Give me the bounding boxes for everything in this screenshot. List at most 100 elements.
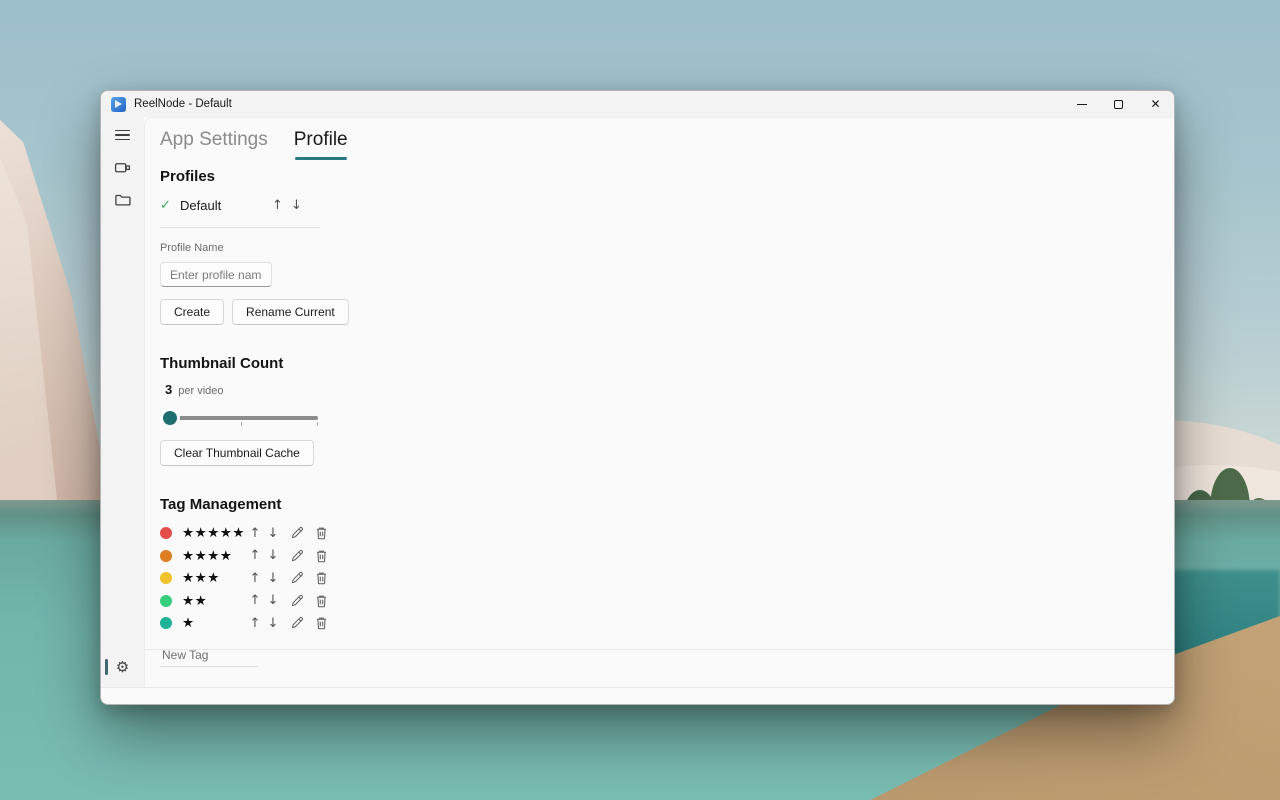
- profile-list-item[interactable]: ✓ Default ↑ ↓: [160, 195, 1158, 215]
- tag-stars-label: ★★★: [182, 570, 220, 586]
- profile-name-input[interactable]: [160, 262, 272, 287]
- rename-current-button[interactable]: Rename Current: [232, 299, 349, 325]
- pencil-icon: [291, 549, 303, 561]
- tag-edit-button[interactable]: [288, 613, 306, 633]
- sidebar: ⚙: [101, 117, 144, 688]
- tag-color-dot: [160, 527, 172, 539]
- profile-move-down-button[interactable]: ↓: [287, 195, 306, 215]
- close-icon: ✕: [1150, 97, 1161, 111]
- titlebar[interactable]: ReelNode - Default ✕: [101, 91, 1174, 117]
- slider-track[interactable]: [163, 416, 318, 420]
- nav-selection-indicator: [105, 659, 108, 675]
- thumbnail-count-value-row: 3 per video: [160, 382, 1158, 397]
- tag-delete-button[interactable]: [312, 613, 330, 633]
- tag-edit-button[interactable]: [288, 568, 306, 588]
- slider-tick: [240, 422, 242, 426]
- tag-management-heading: Tag Management: [160, 496, 282, 513]
- tag-color-dot: [160, 572, 172, 584]
- new-tag-input[interactable]: [160, 643, 258, 667]
- tag-delete-button[interactable]: [312, 568, 330, 588]
- settings-content: App Settings Profile Profiles ✓ Default …: [144, 117, 1174, 688]
- tag-stars-label: ★★: [182, 592, 208, 609]
- profiles-heading: Profiles: [160, 168, 216, 185]
- slider-thumb[interactable]: [163, 411, 177, 425]
- sidebar-item-folders[interactable]: [109, 187, 136, 211]
- maximize-button[interactable]: [1100, 91, 1137, 117]
- hamburger-icon: [115, 129, 130, 141]
- tag-move-down-button[interactable]: ↓: [264, 546, 282, 566]
- tag-move-up-button[interactable]: ↑: [246, 591, 264, 611]
- tag-row: ★★★★★ ↑ ↓: [160, 522, 1158, 544]
- thumbnail-count-value: 3: [165, 382, 173, 397]
- profile-actions: Create Rename Current: [160, 299, 1158, 325]
- content-bottom-divider: [145, 649, 1174, 650]
- check-icon: ✓: [160, 197, 171, 212]
- tag-delete-button[interactable]: [312, 523, 330, 543]
- pencil-icon: [291, 594, 303, 606]
- trash-icon: [316, 572, 326, 585]
- tab-app-settings[interactable]: App Settings: [160, 127, 268, 153]
- profile-name-field-label: Profile Name: [160, 242, 224, 254]
- tag-move-up-button[interactable]: ↑: [246, 523, 264, 543]
- thumbnail-count-slider[interactable]: [163, 410, 318, 426]
- tag-list: ★★★★★ ↑ ↓ ★★★★ ↑ ↓ ★★★ ↑ ↓ ★★ ↑ ↓ ★ ↑ ↓: [160, 522, 1158, 634]
- app-window: ReelNode - Default ✕ ⚙ App Settings Prof…: [100, 90, 1175, 705]
- tag-edit-button[interactable]: [288, 523, 306, 543]
- tag-row: ★★ ↑ ↓: [160, 590, 1158, 612]
- tag-color-dot: [160, 549, 172, 562]
- clear-thumbnail-cache-button[interactable]: Clear Thumbnail Cache: [160, 440, 314, 466]
- tag-move-down-button[interactable]: ↓: [264, 591, 282, 611]
- trash-icon: [316, 595, 326, 607]
- tag-move-down-button[interactable]: ↓: [264, 613, 282, 633]
- maximize-icon: [1114, 99, 1123, 109]
- tag-edit-button[interactable]: [288, 546, 306, 566]
- window-bottom-divider: [101, 687, 1174, 688]
- tag-row: ★ ↑ ↓: [160, 612, 1158, 634]
- pencil-icon: [291, 527, 303, 539]
- tab-profile-label: Profile: [293, 129, 348, 150]
- minimize-icon: [1076, 103, 1087, 105]
- pencil-icon: [291, 617, 303, 629]
- window-body: ⚙ App Settings Profile Profiles ✓ Defaul…: [101, 117, 1174, 704]
- tag-delete-button[interactable]: [312, 591, 330, 611]
- tag-row: ★★★ ↑ ↓: [160, 567, 1158, 589]
- window-title: ReelNode - Default: [134, 98, 232, 110]
- divider: [160, 227, 320, 228]
- window-controls: ✕: [1063, 91, 1174, 117]
- minimize-button[interactable]: [1063, 91, 1100, 117]
- create-profile-button[interactable]: Create: [160, 299, 225, 325]
- active-tab-underline: [294, 157, 347, 160]
- sidebar-item-videos[interactable]: [109, 155, 136, 179]
- trash-icon: [316, 617, 326, 630]
- tag-color-dot: [160, 617, 172, 629]
- tag-move-down-button[interactable]: ↓: [264, 523, 282, 543]
- tag-edit-button[interactable]: [288, 591, 306, 611]
- tag-row: ★★★★ ↑ ↓: [160, 545, 1158, 567]
- profile-name-label: Default: [180, 197, 222, 213]
- sidebar-item-settings[interactable]: ⚙: [109, 655, 136, 679]
- tab-profile[interactable]: Profile: [293, 127, 348, 160]
- nav-menu-button[interactable]: [109, 123, 136, 147]
- thumbnail-count-heading: Thumbnail Count: [160, 355, 284, 372]
- folder-icon: [115, 194, 131, 206]
- tag-move-up-button[interactable]: ↑: [246, 546, 264, 566]
- tag-stars-label: ★: [182, 615, 195, 631]
- close-button[interactable]: ✕: [1137, 91, 1174, 117]
- tag-delete-button[interactable]: [312, 546, 330, 566]
- profile-move-up-button[interactable]: ↑: [268, 195, 287, 215]
- slider-tick: [317, 422, 318, 426]
- tag-move-up-button[interactable]: ↑: [246, 613, 264, 633]
- gear-icon: ⚙: [115, 658, 130, 676]
- app-icon: [111, 96, 126, 112]
- tab-bar: App Settings Profile: [160, 127, 1158, 160]
- video-camera-icon: [114, 162, 131, 172]
- tag-stars-label: ★★★★★: [182, 525, 246, 541]
- tag-move-down-button[interactable]: ↓: [264, 568, 282, 588]
- trash-icon: [316, 527, 326, 540]
- pencil-icon: [291, 572, 303, 584]
- tag-color-dot: [160, 594, 172, 607]
- desktop-wallpaper: ReelNode - Default ✕ ⚙ App Settings Prof…: [0, 0, 1280, 800]
- thumbnail-count-unit: per video: [178, 385, 224, 397]
- trash-icon: [316, 550, 326, 562]
- tag-move-up-button[interactable]: ↑: [246, 568, 264, 588]
